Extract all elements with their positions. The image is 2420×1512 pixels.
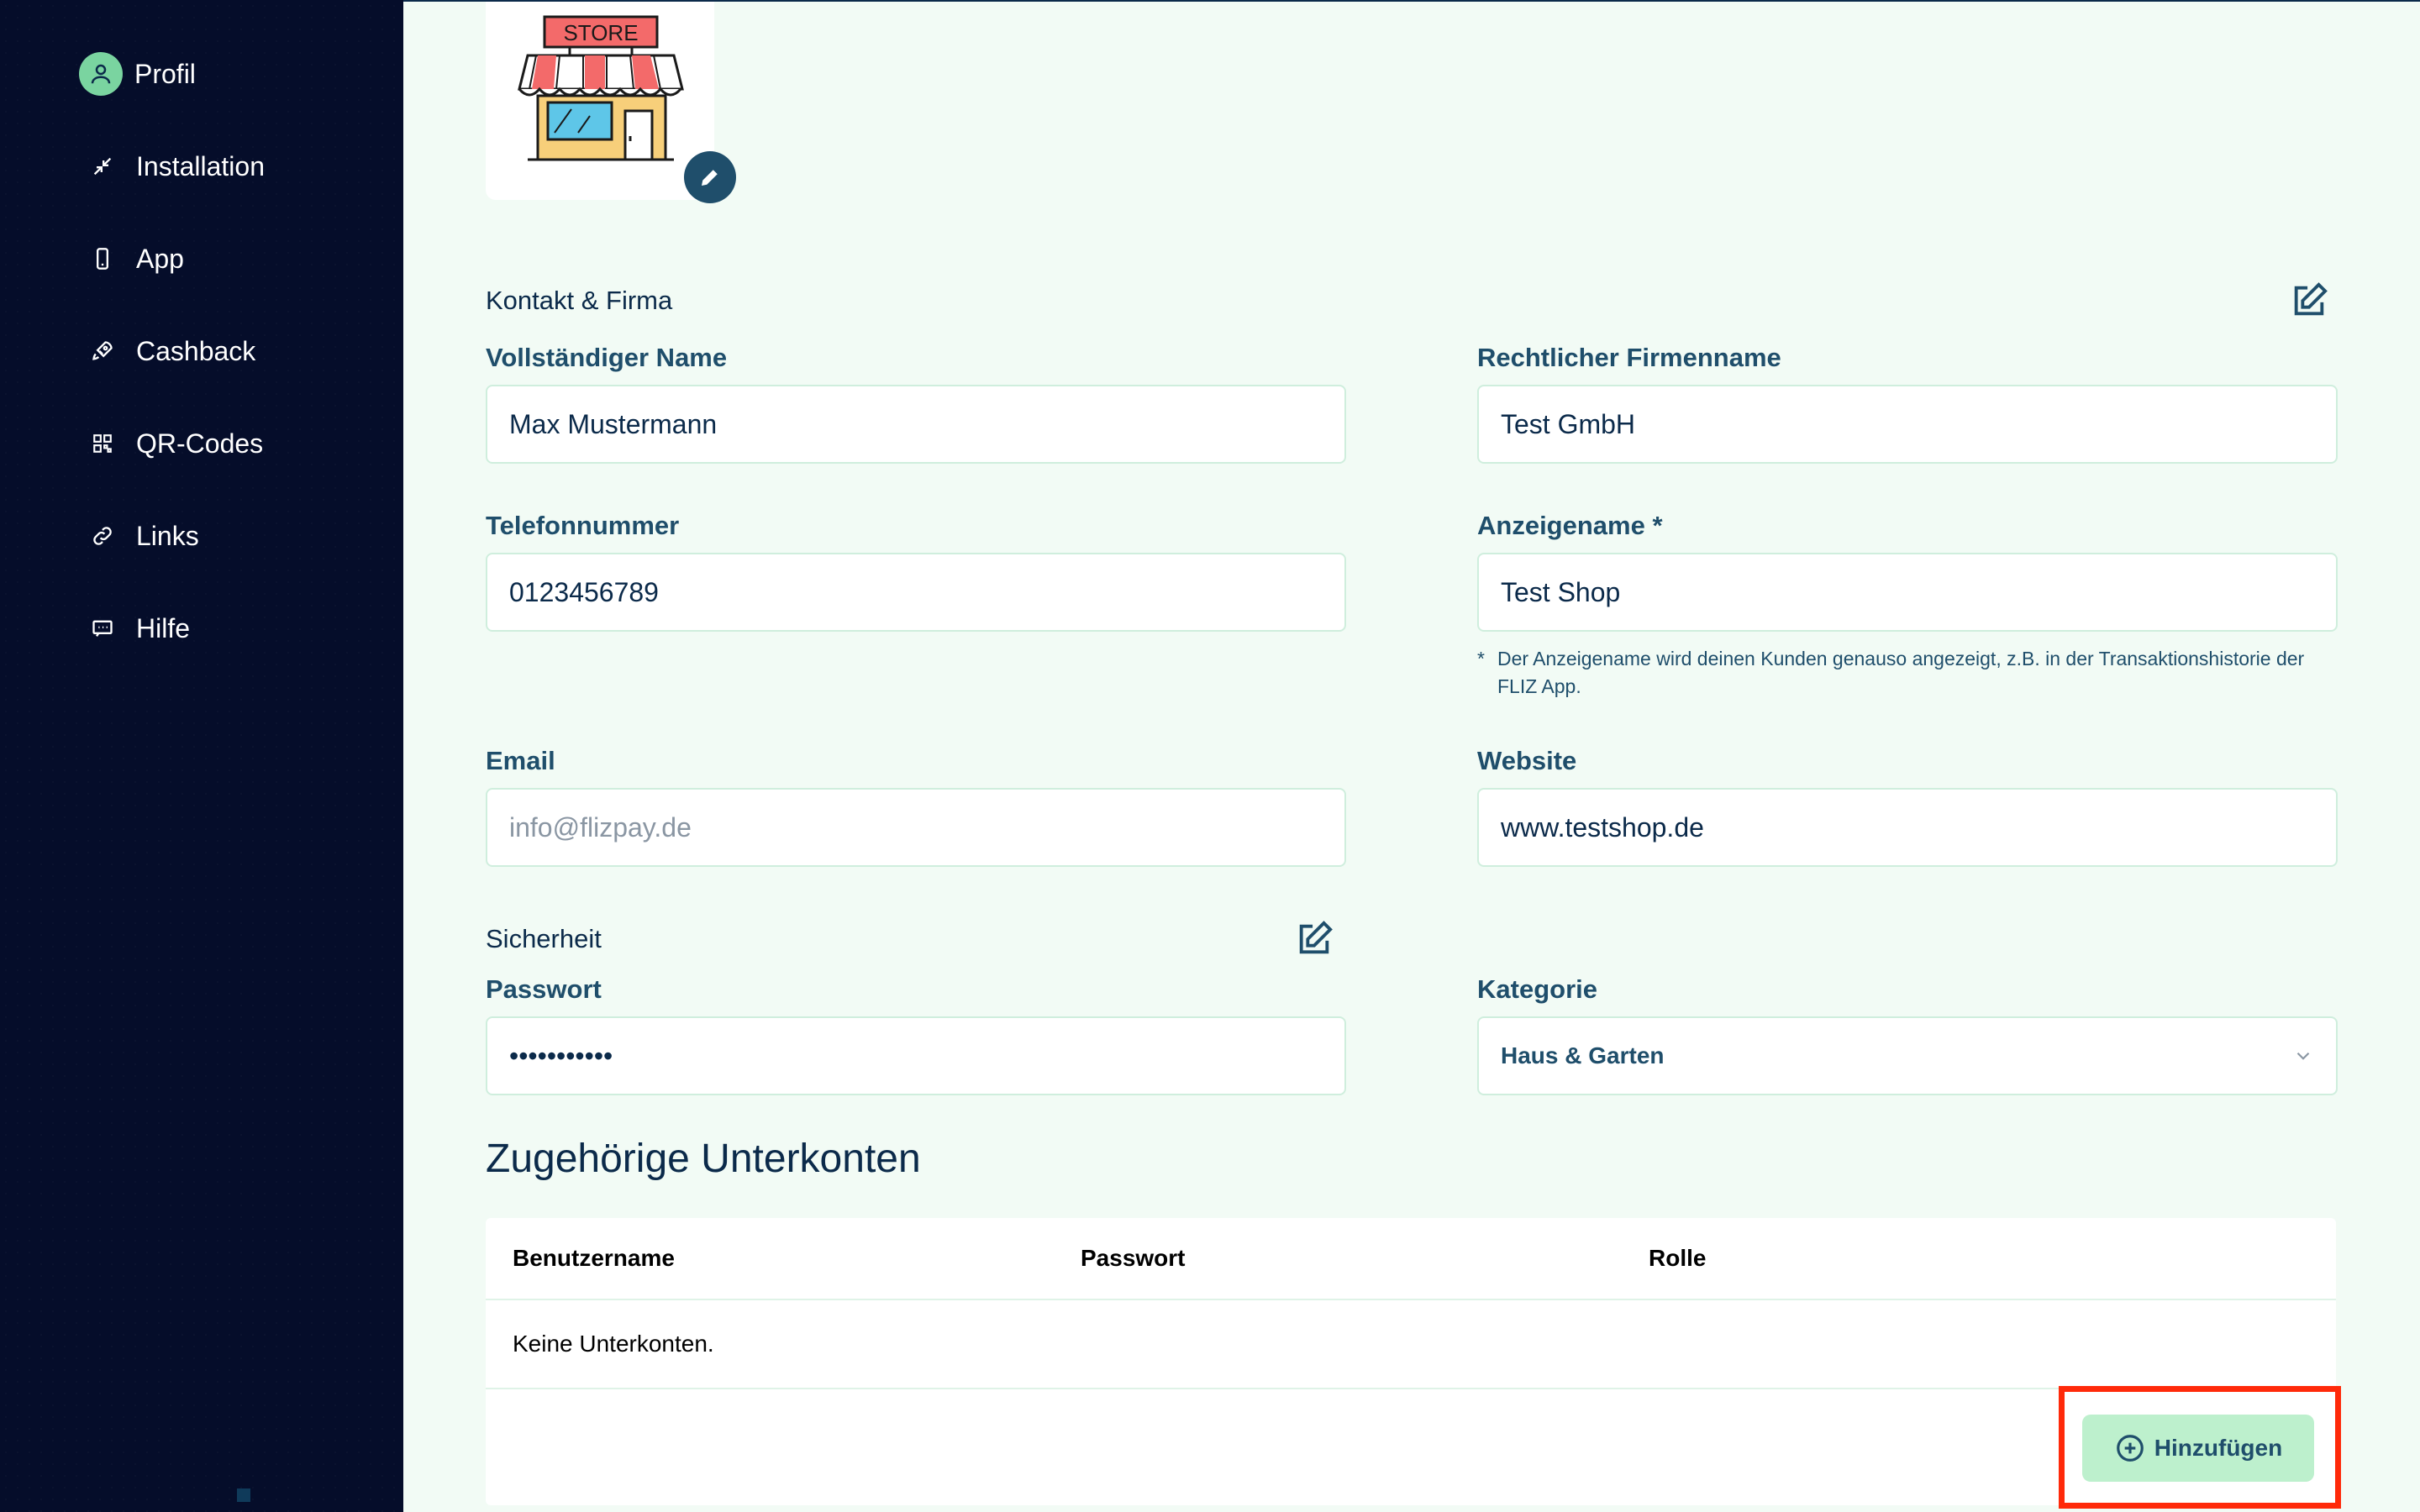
table-empty-message: Keine Unterkonten.	[513, 1331, 714, 1357]
plus-circle-icon	[2114, 1432, 2146, 1464]
email-field[interactable]: info@flizpay.de	[486, 788, 1346, 867]
sidebar-item-label: Links	[136, 520, 199, 551]
phone-icon	[81, 237, 124, 281]
category-value: Haus & Garten	[1501, 1042, 1665, 1068]
add-button-label: Hinzufügen	[2154, 1435, 2283, 1461]
add-subaccount-button[interactable]: Hinzufügen	[2082, 1415, 2314, 1482]
sidebar-item-label: Hilfe	[136, 612, 191, 643]
section-title-contact: Kontakt & Firma	[486, 286, 673, 315]
note-asterisk: *	[1477, 648, 1485, 669]
display-name-note: * Der Anzeigename wird deinen Kunden gen…	[1477, 645, 2334, 701]
sidebar-item-label: Profil	[134, 58, 196, 89]
edit-icon	[2294, 282, 2328, 316]
rocket-icon	[81, 329, 124, 373]
table-divider	[486, 1299, 2336, 1300]
email-label: Email	[486, 746, 555, 775]
password-label: Passwort	[486, 974, 602, 1004]
category-label: Kategorie	[1477, 974, 1597, 1004]
chevron-down-icon	[2296, 1052, 2310, 1060]
column-header-username: Benutzername	[513, 1245, 675, 1271]
edit-contact-button[interactable]	[2287, 279, 2331, 323]
sidebar-item-installation[interactable]: Installation	[81, 141, 383, 192]
password-field[interactable]: •••••••••••	[486, 1016, 1346, 1095]
sidebar: Profil Installation App Cashback QR-Code…	[0, 0, 403, 1512]
display-name-field[interactable]: Test Shop	[1477, 553, 2338, 632]
edit-security-button[interactable]	[1292, 917, 1336, 961]
sidebar-item-cashback[interactable]: Cashback	[81, 326, 383, 376]
chat-icon	[81, 606, 124, 650]
sidebar-item-label: Cashback	[136, 335, 256, 366]
website-field[interactable]: www.testshop.de	[1477, 788, 2338, 867]
logo-sign-text: STORE	[563, 20, 638, 45]
store-illustration: STORE	[518, 15, 684, 161]
legal-name-label: Rechtlicher Firmenname	[1477, 343, 1781, 372]
sidebar-item-profil[interactable]: Profil	[79, 49, 381, 99]
qr-icon	[81, 422, 124, 465]
sidebar-item-hilfe[interactable]: Hilfe	[81, 603, 383, 654]
sidebar-item-label: QR-Codes	[136, 428, 264, 459]
phone-label: Telefonnummer	[486, 511, 680, 540]
sidebar-item-links[interactable]: Links	[81, 511, 383, 561]
sidebar-indicator	[237, 1488, 250, 1502]
display-name-label: Anzeigename *	[1477, 511, 1663, 540]
sidebar-item-app[interactable]: App	[81, 234, 383, 284]
sidebar-item-qr-codes[interactable]: QR-Codes	[81, 418, 383, 469]
user-icon	[79, 52, 123, 96]
category-select[interactable]: Haus & Garten	[1477, 1016, 2338, 1095]
pencil-icon	[702, 170, 718, 186]
full-name-label: Vollständiger Name	[486, 343, 728, 372]
main-content: STORE Kontakt & Firma Vollständiger Name…	[403, 0, 2420, 1512]
store-logo: STORE	[486, 2, 714, 200]
section-title-security: Sicherheit	[486, 924, 602, 953]
edit-icon	[1299, 921, 1333, 954]
link-icon	[81, 514, 124, 558]
website-label: Website	[1477, 746, 1577, 775]
edit-logo-button[interactable]	[684, 151, 736, 203]
column-header-role: Rolle	[1649, 1245, 1707, 1271]
note-text: Der Anzeigename wird deinen Kunden genau…	[1497, 648, 2305, 697]
full-name-field[interactable]: Max Mustermann	[486, 385, 1346, 464]
arrows-icon	[81, 144, 124, 188]
sidebar-item-label: Installation	[136, 150, 265, 181]
sidebar-item-label: App	[136, 243, 184, 274]
phone-field[interactable]: 0123456789	[486, 553, 1346, 632]
column-header-password: Passwort	[1081, 1245, 1186, 1271]
legal-name-field[interactable]: Test GmbH	[1477, 385, 2338, 464]
subaccounts-title: Zugehörige Unterkonten	[486, 1137, 921, 1181]
